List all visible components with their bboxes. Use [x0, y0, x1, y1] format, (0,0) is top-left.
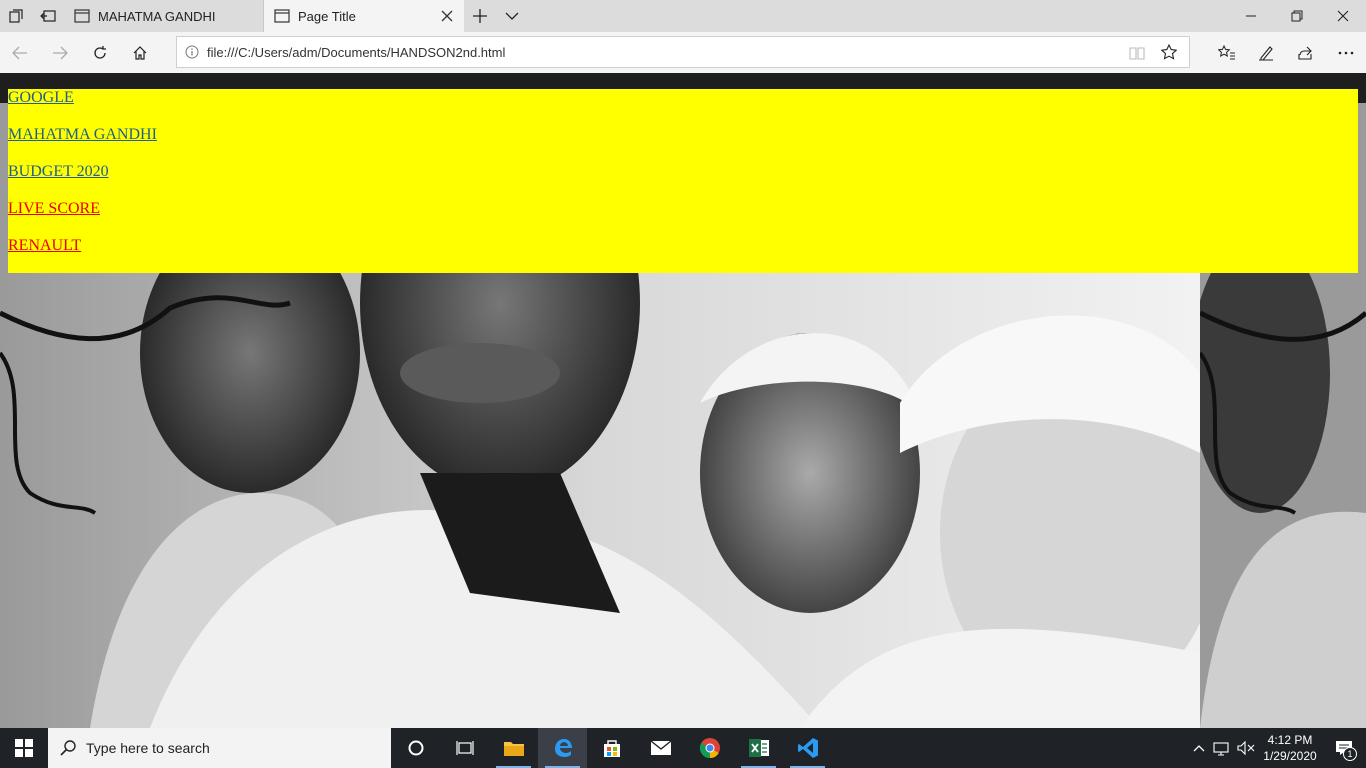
minimize-icon[interactable] [1228, 0, 1274, 32]
windows-taskbar: Type here to search 4:12 PM 1/29/2020 1 [0, 728, 1366, 768]
page-viewport: GOOGLE MAHATMA GANDHI BUDGET 2020 LIVE S… [0, 73, 1366, 728]
windows-start-icon[interactable] [0, 728, 48, 768]
mail-icon[interactable] [636, 728, 685, 768]
chrome-icon[interactable] [685, 728, 734, 768]
restore-icon[interactable] [1274, 0, 1320, 32]
excel-icon[interactable] [734, 728, 783, 768]
more-options-icon[interactable] [1326, 33, 1366, 73]
reading-view-icon[interactable] [1129, 45, 1145, 64]
clock-date: 1/29/2020 [1263, 749, 1317, 763]
new-tab-icon[interactable] [464, 0, 496, 32]
link-budget-2020[interactable]: BUDGET 2020 [8, 163, 109, 181]
link-mahatma-gandhi[interactable]: MAHATMA GANDHI [8, 126, 157, 144]
show-hidden-icons-chevron-icon[interactable] [1188, 744, 1210, 752]
search-icon [60, 740, 76, 756]
taskbar-search-box[interactable]: Type here to search [48, 728, 391, 768]
link-google[interactable]: GOOGLE [8, 89, 74, 107]
task-view-icon[interactable] [440, 728, 489, 768]
search-placeholder: Type here to search [86, 740, 210, 756]
tab-mahatma-gandhi[interactable]: MAHATMA GANDHI [64, 0, 264, 32]
tab-label: MAHATMA GANDHI [98, 8, 216, 24]
tabs-aside-icon[interactable] [0, 0, 32, 32]
notes-pen-icon[interactable] [1246, 33, 1286, 73]
cortana-icon[interactable] [391, 728, 440, 768]
network-icon[interactable] [1210, 740, 1234, 756]
tab-label: Page Title [298, 8, 356, 24]
link-live-score[interactable]: LIVE SCORE [8, 200, 100, 218]
page-icon [74, 9, 90, 23]
set-tabs-aside-icon[interactable] [32, 0, 64, 32]
address-url[interactable]: file:///C:/Users/adm/Documents/HANDSON2n… [207, 45, 505, 60]
share-icon[interactable] [1285, 33, 1325, 73]
volume-muted-icon[interactable] [1234, 741, 1258, 755]
clock-time: 4:12 PM [1267, 733, 1313, 747]
file-explorer-icon[interactable] [489, 728, 538, 768]
forward-icon[interactable] [40, 33, 80, 73]
favorite-star-icon[interactable] [1160, 43, 1178, 64]
taskbar-clock[interactable]: 4:12 PM 1/29/2020 [1258, 732, 1322, 764]
action-center-icon[interactable]: 1 [1322, 728, 1366, 768]
refresh-icon[interactable] [80, 33, 120, 73]
address-bar[interactable]: file:///C:/Users/adm/Documents/HANDSON2n… [176, 36, 1190, 68]
link-renault[interactable]: RENAULT [8, 237, 81, 255]
notification-badge: 1 [1343, 747, 1357, 761]
link-menu: GOOGLE MAHATMA GANDHI BUDGET 2020 LIVE S… [8, 89, 1358, 273]
vscode-icon[interactable] [783, 728, 832, 768]
close-tab-icon[interactable] [440, 9, 454, 23]
tab-page-title[interactable]: Page Title [264, 0, 464, 32]
browser-toolbar: file:///C:/Users/adm/Documents/HANDSON2n… [0, 32, 1366, 73]
back-icon[interactable] [0, 33, 40, 73]
store-icon[interactable] [587, 728, 636, 768]
home-icon[interactable] [120, 33, 160, 73]
browser-title-bar: MAHATMA GANDHI Page Title [0, 0, 1366, 32]
favorites-icon[interactable] [1207, 33, 1247, 73]
tab-preview-chevron-icon[interactable] [496, 0, 528, 32]
page-icon [274, 9, 290, 23]
info-icon[interactable] [185, 45, 199, 59]
system-tray: 4:12 PM 1/29/2020 1 [1188, 728, 1366, 768]
close-window-icon[interactable] [1320, 0, 1366, 32]
edge-icon[interactable] [538, 728, 587, 768]
